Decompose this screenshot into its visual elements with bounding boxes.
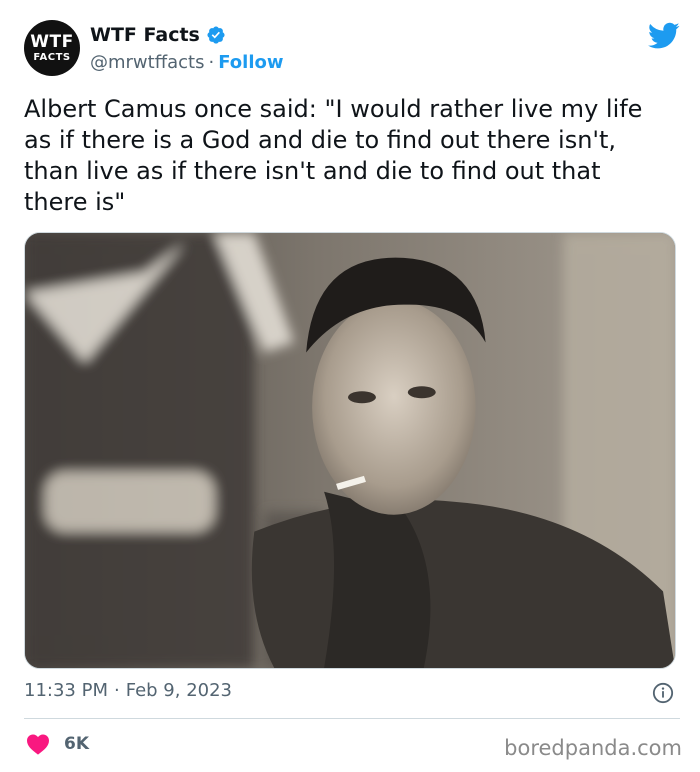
avatar-text-line2: FACTS bbox=[33, 51, 71, 63]
handle-separator: · bbox=[208, 52, 215, 73]
follow-button[interactable]: Follow bbox=[218, 52, 283, 73]
divider bbox=[24, 718, 680, 719]
tweet-time: 11:33 PM bbox=[24, 680, 108, 701]
avatar-text-line1: WTF bbox=[30, 31, 74, 52]
heart-icon bbox=[27, 734, 49, 755]
like-button[interactable]: 6K bbox=[26, 733, 89, 755]
like-count: 6K bbox=[64, 734, 90, 754]
portrait-photo bbox=[25, 233, 675, 668]
timestamp-separator: · bbox=[113, 680, 120, 701]
author-handle-row: @mrwtffacts · Follow bbox=[90, 52, 284, 73]
author-name-row: WTF Facts bbox=[90, 24, 226, 46]
info-icon[interactable] bbox=[652, 682, 674, 704]
twitter-bird-icon[interactable] bbox=[648, 22, 680, 50]
tweet-photo[interactable] bbox=[24, 232, 676, 669]
tweet-header: WTF FACTS WTF Facts @mrwtffacts · Follow bbox=[24, 16, 680, 80]
author-handle[interactable]: @mrwtffacts bbox=[90, 52, 204, 73]
tweet-text: Albert Camus once said: "I would rather … bbox=[24, 95, 643, 216]
watermark: boredpanda.com bbox=[504, 736, 682, 760]
verified-badge-icon bbox=[207, 26, 225, 44]
tweet-date: Feb 9, 2023 bbox=[125, 680, 233, 701]
avatar[interactable]: WTF FACTS bbox=[24, 20, 80, 76]
author-display-name[interactable]: WTF Facts bbox=[90, 24, 200, 46]
tweet-timestamp[interactable]: 11:33 PM · Feb 9, 2023 bbox=[24, 680, 232, 701]
